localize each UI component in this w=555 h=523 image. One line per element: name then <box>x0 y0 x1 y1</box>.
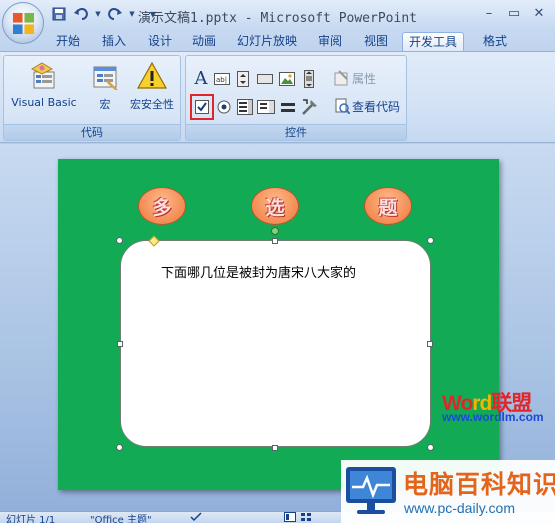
brand-name: 电脑百科知识 <box>403 470 555 499</box>
slide-editing-area: 多 选 题 下面哪几位是被封为唐宋八大家的 Word联盟 www.wordlm.… <box>0 144 555 511</box>
warning-icon <box>136 61 168 89</box>
visual-basic-button[interactable]: Visual Basic <box>8 60 80 109</box>
checkbox-control-button[interactable] <box>190 94 214 120</box>
tab-slide-show[interactable]: 幻灯片放映 <box>232 32 302 52</box>
tab-format[interactable]: 格式 <box>474 32 516 52</box>
question-text: 下面哪几位是被封为唐宋八大家的 <box>161 266 357 281</box>
monitor-icon <box>346 467 396 514</box>
code-group: Visual Basic 宏 宏安全性 代码 <box>3 55 181 141</box>
tab-review[interactable]: 审阅 <box>312 32 348 52</box>
office-logo-icon <box>12 12 35 35</box>
close-button[interactable]: ✕ <box>527 3 551 23</box>
view-code-label[interactable]: 查看代码 <box>352 98 400 115</box>
controls-group-label: 控件 <box>186 124 406 140</box>
tab-view[interactable]: 视图 <box>358 32 394 52</box>
macro-security-button[interactable]: 宏安全性 <box>126 60 178 112</box>
normal-view-icon[interactable] <box>284 512 296 523</box>
checkbox-icon <box>195 100 209 114</box>
window-title: 演示文稿1.pptx - Microsoft PowerPoint <box>138 11 417 26</box>
resize-handle-sw[interactable] <box>116 444 123 451</box>
macros-button[interactable]: 宏 <box>88 60 122 112</box>
spin-button-icon[interactable] <box>234 70 252 88</box>
view-code-icon <box>333 97 351 115</box>
visual-basic-icon <box>30 62 55 89</box>
resize-handle-s[interactable] <box>272 445 278 451</box>
slide-count-status: 幻灯片 1/1 <box>6 515 56 523</box>
properties-icon <box>333 69 351 87</box>
macros-icon <box>93 66 118 90</box>
resize-handle-ne[interactable] <box>427 237 434 244</box>
ribbon: Visual Basic 宏 宏安全性 代码 A ab| 属性 查看代码 控件 <box>0 51 555 143</box>
label-control-icon[interactable]: A <box>192 68 210 89</box>
minimize-button[interactable]: – <box>477 3 501 23</box>
wordlm-watermark-url: www.wordlm.com <box>442 410 544 424</box>
tab-insert[interactable]: 插入 <box>96 32 132 52</box>
rotation-handle[interactable] <box>271 227 279 235</box>
command-button-icon[interactable] <box>256 70 274 88</box>
restore-button[interactable]: ▭ <box>502 3 526 23</box>
svg-text:ab|: ab| <box>216 76 227 84</box>
macros-label: 宏 <box>99 98 111 111</box>
ribbon-tab-bar: 开始 插入 设计 动画 幻灯片放映 审阅 视图 开发工具 格式 <box>0 30 555 52</box>
visual-basic-label: Visual Basic <box>11 96 77 109</box>
oval-shape-3[interactable]: 题 <box>364 187 412 225</box>
theme-status: "Office 主题" <box>90 515 152 523</box>
pc-daily-brand-overlay: 电脑百科知识 www.pc-daily.com <box>341 460 555 523</box>
resize-handle-se[interactable] <box>427 444 434 451</box>
scroll-bar-icon[interactable] <box>300 70 318 88</box>
tab-animations[interactable]: 动画 <box>186 32 222 52</box>
resize-handle-e[interactable] <box>427 341 433 347</box>
resize-handle-n[interactable] <box>272 238 278 244</box>
combo-box-icon[interactable] <box>257 98 275 116</box>
spell-check-icon[interactable] <box>190 512 202 523</box>
macro-security-label: 宏安全性 <box>130 98 174 111</box>
tab-design[interactable]: 设计 <box>142 32 178 52</box>
title-bar: ▼ ▼ ▼ 演示文稿1.pptx - Microsoft PowerPoint … <box>0 0 555 30</box>
more-controls-icon[interactable] <box>301 98 319 116</box>
list-box-icon[interactable] <box>236 98 254 116</box>
properties-label: 属性 <box>352 72 377 86</box>
question-textbox[interactable]: 下面哪几位是被封为唐宋八大家的 <box>120 240 431 447</box>
toggle-button-icon[interactable] <box>279 98 297 116</box>
resize-handle-nw[interactable] <box>116 237 123 244</box>
oval-shape-2[interactable]: 选 <box>251 187 299 225</box>
resize-handle-w[interactable] <box>117 341 123 347</box>
option-button-icon[interactable] <box>215 98 233 116</box>
tab-developer[interactable]: 开发工具 <box>402 32 464 52</box>
textbox-control-icon[interactable]: ab| <box>213 70 231 88</box>
code-group-label: 代码 <box>4 124 180 140</box>
controls-group: A ab| 属性 查看代码 控件 <box>185 55 407 141</box>
slide-sorter-view-icon[interactable] <box>300 512 312 523</box>
brand-url: www.pc-daily.com <box>404 500 515 516</box>
oval-shape-1[interactable]: 多 <box>138 187 186 225</box>
tab-home[interactable]: 开始 <box>50 32 86 52</box>
slide[interactable]: 多 选 题 下面哪几位是被封为唐宋八大家的 <box>58 159 499 490</box>
image-control-icon[interactable] <box>278 70 296 88</box>
office-button[interactable] <box>2 2 44 44</box>
window-controls: – ▭ ✕ <box>477 3 551 23</box>
